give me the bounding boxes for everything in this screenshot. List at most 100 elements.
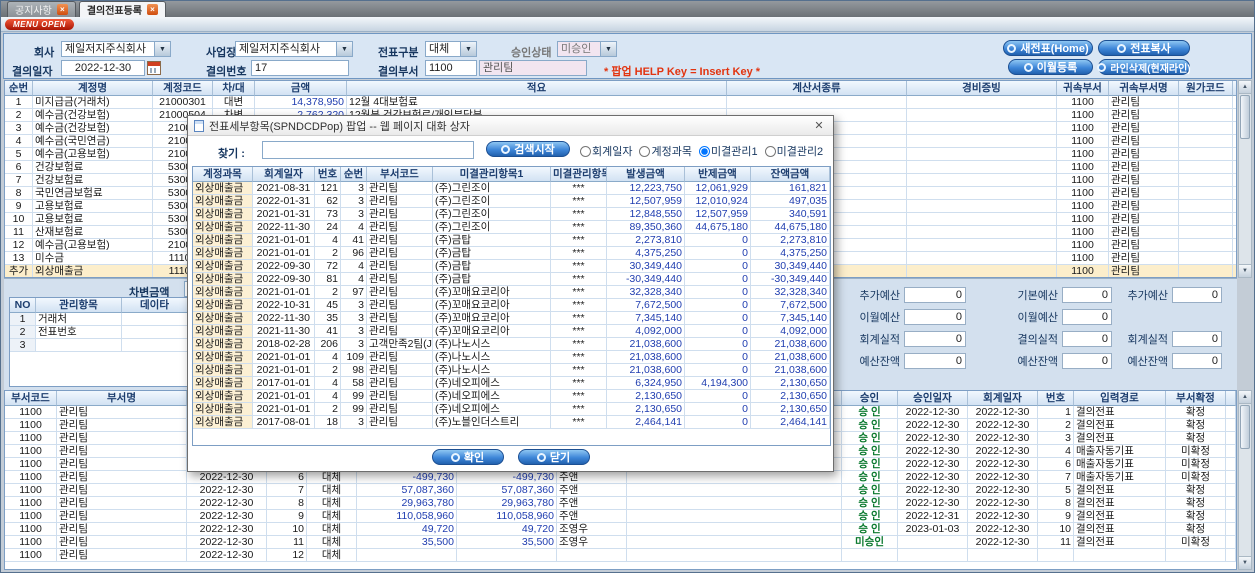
grid-cell[interactable]: 승 인 bbox=[842, 484, 898, 497]
grid-cell[interactable] bbox=[1233, 226, 1236, 239]
grid-cell[interactable]: 2022-11-30 bbox=[253, 221, 315, 234]
grid-cell[interactable] bbox=[627, 471, 842, 484]
grid-cell[interactable]: 97 bbox=[341, 286, 367, 299]
grid-cell[interactable]: 4 bbox=[5, 135, 33, 148]
grid-cell[interactable]: 4,092,000 bbox=[607, 325, 685, 338]
grid-cell[interactable] bbox=[1226, 432, 1236, 445]
grid-cell[interactable]: 6,324,950 bbox=[607, 377, 685, 390]
grid-cell[interactable]: 거래처 bbox=[36, 313, 122, 326]
grid-cell[interactable] bbox=[122, 326, 188, 339]
delete-line-button[interactable]: 라인삭제(현재라인) bbox=[1097, 59, 1191, 75]
grid-cell[interactable]: 98 bbox=[341, 364, 367, 377]
grid-cell[interactable]: 승 인 bbox=[842, 510, 898, 523]
grid-cell[interactable]: 주앤 bbox=[557, 484, 627, 497]
grid-cell[interactable]: 매출자동기표 bbox=[1074, 471, 1166, 484]
grid-cell[interactable]: 11 bbox=[1038, 536, 1074, 549]
grid-cell[interactable]: 예수금(건강보험) bbox=[33, 109, 153, 122]
grid-cell[interactable]: 관리팀 bbox=[367, 221, 433, 234]
grid-cell[interactable]: 관리팀 bbox=[367, 390, 433, 403]
grid-cell[interactable]: 관리팀 bbox=[367, 273, 433, 286]
search-input[interactable] bbox=[262, 141, 474, 159]
grid-cell[interactable]: 2 bbox=[1038, 419, 1074, 432]
grid-cell[interactable] bbox=[627, 484, 842, 497]
grid-cell[interactable]: (주)금탑 bbox=[433, 234, 551, 247]
grid-cell[interactable] bbox=[1179, 226, 1233, 239]
grid-cell[interactable]: 4 bbox=[315, 234, 341, 247]
grid-cell[interactable] bbox=[627, 510, 842, 523]
radio-input[interactable] bbox=[764, 145, 776, 157]
grid-cell[interactable]: 관리팀 bbox=[1109, 226, 1179, 239]
grid-cell[interactable]: 2022-12-30 bbox=[898, 406, 968, 419]
grid-cell[interactable]: 2022-12-31 bbox=[898, 510, 968, 523]
grid-cell[interactable]: 340,591 bbox=[751, 208, 830, 221]
grid-cell[interactable]: 45 bbox=[315, 299, 341, 312]
ok-button[interactable]: 확인 bbox=[431, 449, 504, 465]
column-header[interactable]: 번호 bbox=[315, 167, 341, 182]
grid-cell[interactable]: 관리팀 bbox=[57, 419, 187, 432]
grid-cell[interactable]: 승 인 bbox=[842, 432, 898, 445]
grid-cell[interactable]: 1100 bbox=[5, 510, 57, 523]
grid-cell[interactable]: 관리팀 bbox=[367, 182, 433, 195]
grid-cell[interactable]: 35 bbox=[315, 312, 341, 325]
column-header[interactable]: 부서코드 bbox=[367, 167, 433, 182]
radio-input[interactable] bbox=[639, 145, 651, 157]
date-input[interactable]: 2022-12-30 bbox=[61, 60, 145, 76]
grid-cell[interactable] bbox=[1179, 174, 1233, 187]
grid-cell[interactable]: 1100 bbox=[5, 484, 57, 497]
grid-cell[interactable]: 30,349,440 bbox=[607, 260, 685, 273]
grid-cell[interactable]: 1100 bbox=[1057, 239, 1109, 252]
grid-cell[interactable]: 2022-12-30 bbox=[898, 484, 968, 497]
grid-cell[interactable] bbox=[557, 549, 627, 562]
grid-cell[interactable]: 확정 bbox=[1166, 497, 1226, 510]
grid-cell[interactable]: 3 bbox=[341, 325, 367, 338]
grid-cell[interactable]: *** bbox=[551, 182, 607, 195]
carryover-button[interactable]: 이월등록 bbox=[1008, 59, 1093, 75]
grid-cell[interactable] bbox=[1226, 497, 1236, 510]
popup-title-bar[interactable]: 전표세부항목(SPNDCDPop) 팝업 -- 웹 페이지 대화 상자 ✕ bbox=[188, 116, 833, 136]
grid-cell[interactable] bbox=[1179, 187, 1233, 200]
company-select[interactable]: 제일저지주식회사 ▼ bbox=[61, 41, 171, 57]
grid-cell[interactable] bbox=[898, 536, 968, 549]
grid-cell[interactable]: -30,349,440 bbox=[751, 273, 830, 286]
grid-cell[interactable]: 미확정 bbox=[1166, 536, 1226, 549]
grid-cell[interactable]: 대체 bbox=[307, 510, 357, 523]
grid-cell[interactable] bbox=[1233, 265, 1236, 277]
grid-cell[interactable]: 6 bbox=[267, 471, 307, 484]
grid-cell[interactable]: 관리팀 bbox=[57, 484, 187, 497]
column-header[interactable]: 순번 bbox=[5, 81, 33, 96]
grid-cell[interactable]: 0 bbox=[685, 273, 751, 286]
grid-cell[interactable] bbox=[1233, 96, 1236, 109]
grid-cell[interactable]: 2017-01-01 bbox=[253, 377, 315, 390]
grid-cell[interactable]: 관리팀 bbox=[1109, 200, 1179, 213]
grid-cell[interactable]: 2022-12-30 bbox=[187, 549, 267, 562]
grid-cell[interactable] bbox=[1233, 187, 1236, 200]
grid-cell[interactable] bbox=[727, 96, 907, 109]
grid-cell[interactable]: *** bbox=[551, 338, 607, 351]
grid-cell[interactable]: 승 인 bbox=[842, 458, 898, 471]
grid-cell[interactable]: 관리팀 bbox=[1109, 187, 1179, 200]
grid-cell[interactable]: 1100 bbox=[5, 523, 57, 536]
grid-cell[interactable] bbox=[842, 549, 898, 562]
grid-cell[interactable]: 결의전표 bbox=[1074, 432, 1166, 445]
grid-cell[interactable]: 주앤 bbox=[557, 497, 627, 510]
grid-cell[interactable]: 2,464,141 bbox=[607, 416, 685, 429]
grid-cell[interactable]: 4 bbox=[341, 273, 367, 286]
grid-cell[interactable]: 예수금(건강보험) bbox=[33, 122, 153, 135]
grid-cell[interactable]: 2022-12-30 bbox=[187, 523, 267, 536]
grid-cell[interactable]: 2022-12-30 bbox=[898, 458, 968, 471]
grid-cell[interactable]: 매출자동기표 bbox=[1074, 445, 1166, 458]
column-header[interactable]: 데이타 bbox=[122, 298, 188, 313]
grid-cell[interactable]: 국민연금보험료 bbox=[33, 187, 153, 200]
grid-cell[interactable]: 승 인 bbox=[842, 471, 898, 484]
grid-cell[interactable]: 2021-01-01 bbox=[253, 286, 315, 299]
grid-cell[interactable]: 조영우 bbox=[557, 523, 627, 536]
grid-cell[interactable]: 1100 bbox=[1057, 135, 1109, 148]
voucher-type-select[interactable]: 대체 ▼ bbox=[425, 41, 477, 57]
grid-cell[interactable] bbox=[1233, 161, 1236, 174]
grid-cell[interactable]: 관리팀 bbox=[1109, 109, 1179, 122]
grid-cell[interactable]: 승 인 bbox=[842, 445, 898, 458]
calendar-icon[interactable] bbox=[147, 61, 161, 75]
grid-cell[interactable] bbox=[968, 549, 1038, 562]
grid-cell[interactable]: -30,349,440 bbox=[607, 273, 685, 286]
grid-cell[interactable]: 3 bbox=[10, 339, 36, 352]
